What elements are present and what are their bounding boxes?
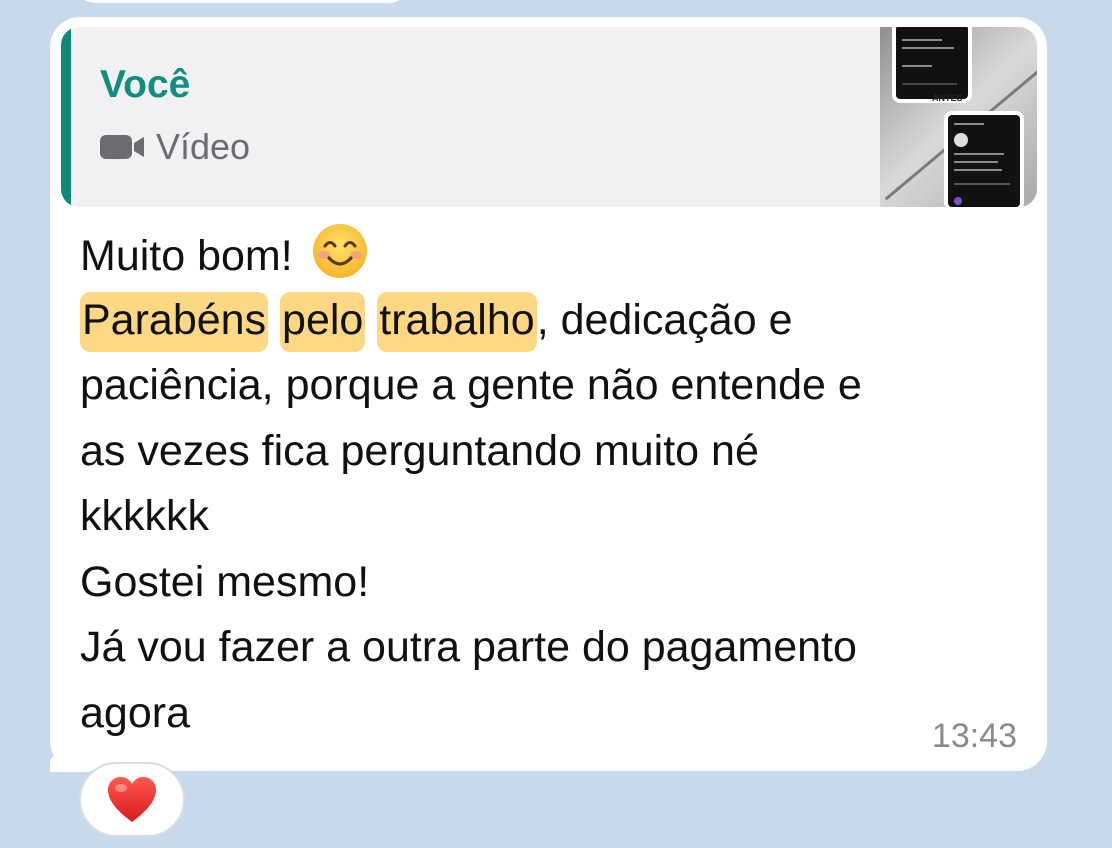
message-text-segment: Muito bom! — [80, 232, 293, 280]
highlighted-word[interactable]: Parabéns — [80, 291, 269, 352]
message-line-3: paciência, porque a gente não entende e — [80, 361, 862, 409]
quote-media-type: Vídeo — [100, 125, 250, 169]
message-line-2: Parabéns pelo trabalho, dedicação e — [80, 288, 1030, 354]
red-heart-icon — [108, 776, 156, 822]
message-bubble[interactable]: Você Vídeo ANTES Muito bom! Parabéns pel… — [50, 17, 1047, 771]
highlighted-word[interactable]: pelo — [280, 291, 366, 352]
message-line-4: as vezes fica perguntando muito né — [80, 426, 759, 475]
quote-author: Você — [100, 63, 191, 106]
quote-type-label: Vídeo — [156, 126, 251, 167]
thumbnail-caption: ANTES — [932, 93, 963, 103]
video-camera-icon — [100, 135, 144, 159]
quoted-message[interactable]: Você Vídeo ANTES — [61, 27, 1037, 207]
quote-accent-bar — [61, 27, 71, 207]
message-line-7: Já vou fazer a outra parte do pagamento — [80, 623, 857, 671]
video-thumbnail[interactable]: ANTES — [880, 27, 1037, 207]
message-line-6: Gostei mesmo! — [80, 557, 370, 606]
reaction-badge[interactable] — [79, 762, 185, 837]
phone-screenshot-after — [944, 111, 1024, 207]
highlighted-word[interactable]: trabalho — [377, 291, 537, 352]
message-line-5: kkkkkk — [80, 492, 209, 540]
message-text-segment: , dedicação e — [536, 295, 793, 344]
phone-screenshot-before — [892, 27, 972, 103]
message-timestamp: 13:43 — [931, 717, 1017, 755]
smiling-face-emoji-icon — [312, 224, 367, 278]
message-text: Muito bom! Parabéns pelo trabalho, dedic… — [80, 222, 1030, 746]
previous-message-bubble[interactable] — [72, 0, 412, 3]
message-line-8: agora — [80, 688, 190, 737]
message-line-1: Muito bom! — [80, 222, 1030, 288]
